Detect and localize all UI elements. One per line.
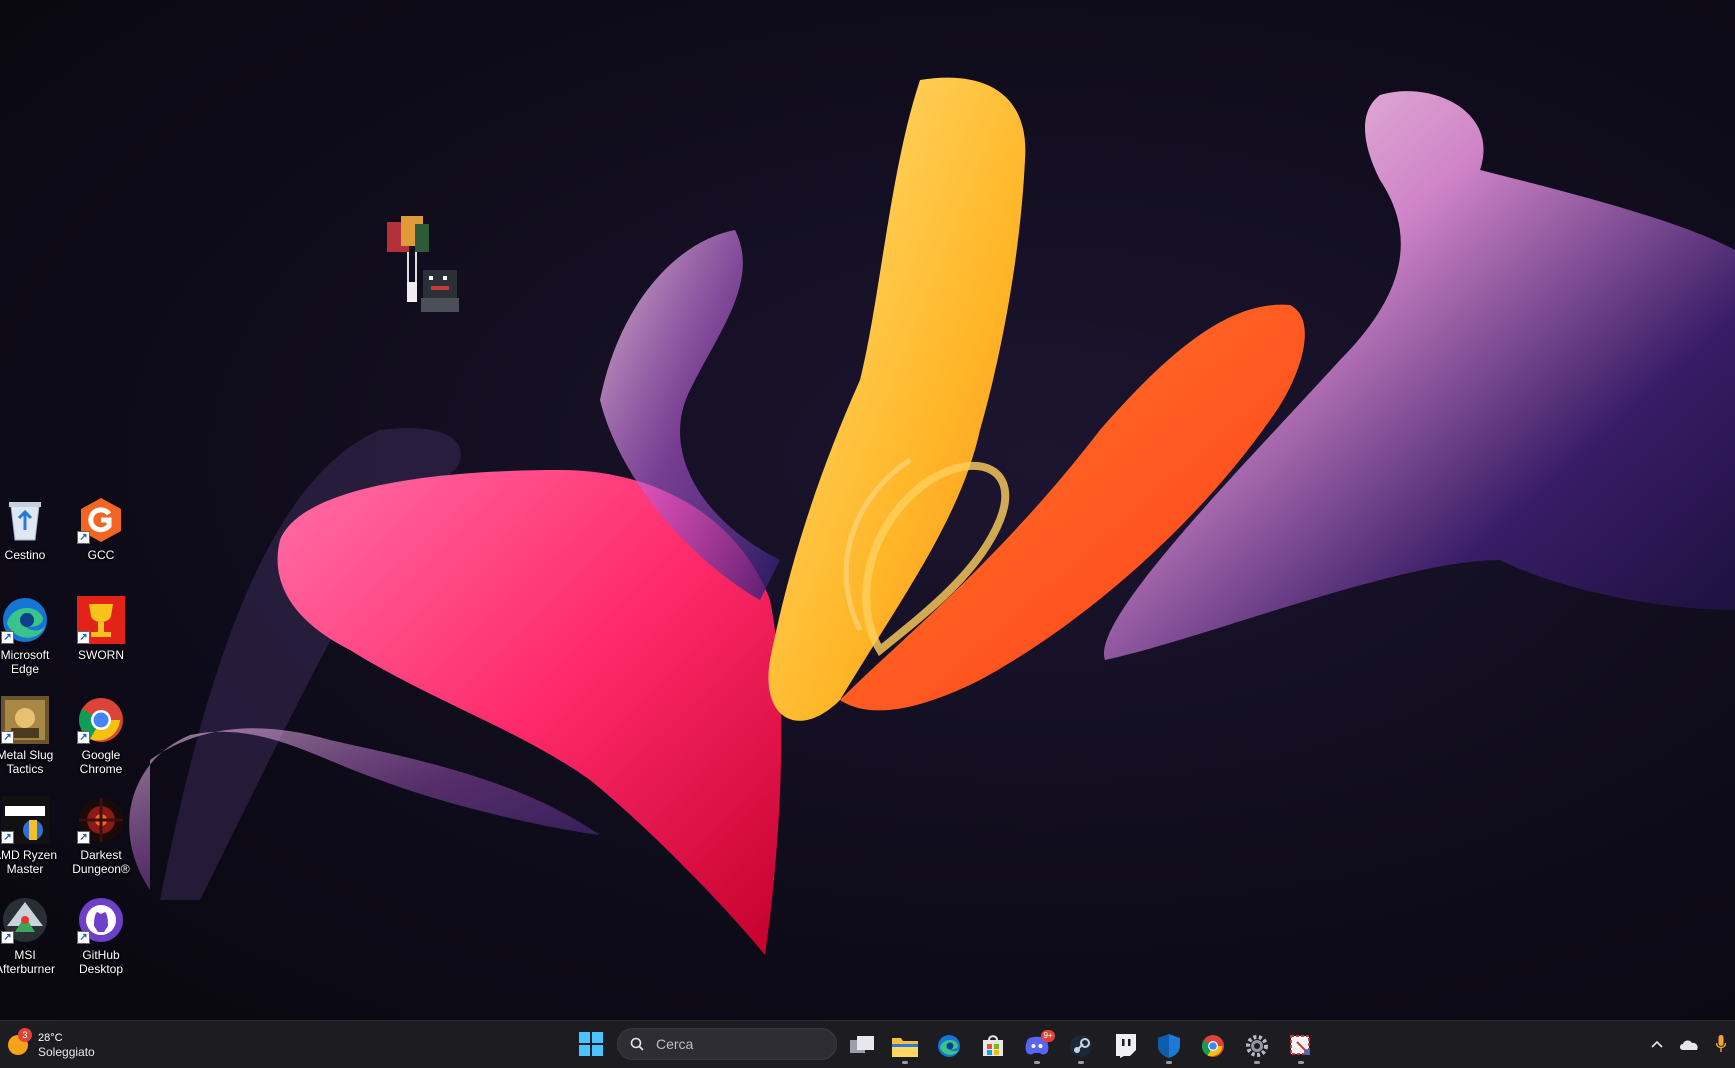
desktop-icon-label: MSI Afterburner [0,948,56,976]
twitch-icon [1116,1034,1136,1058]
desktop-icon-label: GitHub Desktop [78,948,124,976]
running-indicator [1034,1061,1040,1064]
msi-afterburner-icon: ↗ [1,896,49,944]
desktop-icon-cestino[interactable]: Cestino [0,496,63,592]
microphone-icon [1716,1035,1726,1052]
taskbar-chrome[interactable] [1195,1028,1231,1064]
desktop-icon-metal-slug-tactics[interactable]: ↗ Metal Slug Tactics [0,696,63,792]
desktop-icon-label: Google Chrome [79,748,123,776]
taskbar-settings[interactable] [1239,1028,1275,1064]
taskbar-store[interactable] [975,1028,1011,1064]
desktop-icon-label: Cestino [4,548,46,562]
folder-icon [892,1038,918,1057]
taskbar-twitch[interactable] [1107,1028,1143,1064]
desktop-icon-gcc[interactable]: ↗ GCC [63,496,139,592]
weather-text: 28°C Soleggiato [38,1031,95,1060]
running-indicator [1254,1061,1260,1064]
taskbar-steam[interactable] [1063,1028,1099,1064]
desktop-icon-label: AMD Ryzen Master [0,848,57,876]
chevron-up-icon [1651,1040,1663,1048]
desktop-icon-microsoft-edge[interactable]: ↗ Microsoft Edge [0,596,63,692]
running-indicator [1078,1061,1084,1064]
shortcut-arrow-icon: ↗ [1,731,14,744]
ryzen-master-icon: ↗ [1,796,49,844]
tray-onedrive[interactable] [1677,1032,1701,1056]
desktop-icon-google-chrome[interactable]: ↗ Google Chrome [63,696,139,792]
metal-slug-icon: ↗ [1,696,49,744]
desktop-icon-amd-ryzen-master[interactable]: ↗ AMD Ryzen Master [0,796,63,892]
weather-condition: Soleggiato [38,1044,95,1059]
weather-temperature: 28°C [38,1031,63,1044]
shortcut-arrow-icon: ↗ [77,731,90,744]
gear-icon [1246,1035,1268,1057]
taskbar-discord[interactable]: 9+ [1019,1028,1055,1064]
sun-icon: 3 [8,1028,32,1055]
sworn-icon: ↗ [77,596,125,644]
chrome-icon: ↗ [77,696,125,744]
edge-icon: ↗ [1,596,49,644]
running-indicator [1298,1061,1304,1064]
shortcut-arrow-icon: ↗ [1,631,14,644]
task-view-icon [850,1036,874,1053]
windows-logo-icon [579,1032,590,1043]
snipping-tool-icon [1290,1035,1310,1055]
windows-logo-pane [592,1032,603,1043]
windows-logo-pane [592,1045,603,1056]
desktop-icon-label: Darkest Dungeon® [72,848,130,876]
running-indicator [902,1061,908,1064]
shortcut-arrow-icon: ↗ [77,531,90,544]
desktop-icon-label: Microsoft Edge [0,648,50,676]
shortcut-arrow-icon: ↗ [1,831,14,844]
gcc-icon: ↗ [77,496,125,544]
wallpaper-art [129,77,1735,955]
shortcut-arrow-icon: ↗ [77,831,90,844]
steam-icon [1070,1035,1092,1057]
onedrive-icon [1680,1040,1698,1050]
desktop-icon-sworn[interactable]: ↗ SWORN [63,596,139,692]
taskbar-search[interactable] [617,1028,837,1060]
github-desktop-icon: ↗ [77,896,125,944]
desktop-icon-github-desktop[interactable]: ↗ GitHub Desktop [63,896,139,992]
desktop-wallpaper [0,0,1735,1020]
darkest-dungeon-icon: ↗ [77,796,125,844]
notification-badge: 3 [18,1028,32,1042]
taskbar-file-explorer[interactable] [887,1028,923,1064]
shortcut-arrow-icon: ↗ [77,931,90,944]
search-icon [630,1037,644,1051]
desktop-pet[interactable] [385,212,475,327]
taskbar-security[interactable] [1151,1028,1187,1064]
weather-widget[interactable]: 3 28°C Soleggiato [8,1028,95,1061]
pet-balloons-icon [387,216,459,312]
taskbar-task-view[interactable] [844,1028,880,1064]
desktop-icon-darkest-dungeon[interactable]: ↗ Darkest Dungeon® [63,796,139,892]
desktop-icon-label: GCC [87,548,115,562]
search-input[interactable] [654,1035,808,1053]
chrome-icon [1202,1035,1224,1057]
shortcut-arrow-icon: ↗ [1,931,14,944]
recycle-bin-icon [1,496,49,544]
shield-icon [1158,1034,1180,1058]
start-button[interactable] [579,1032,603,1056]
notification-badge: 9+ [1041,1030,1055,1042]
store-icon [983,1035,1003,1056]
desktop-icon-msi-afterburner[interactable]: ↗ MSI Afterburner [0,896,63,992]
taskbar-snipping-tool[interactable] [1283,1028,1319,1064]
desktop-icon-label: Metal Slug Tactics [0,748,54,776]
windows-logo-pane [579,1045,590,1056]
tray-overflow-button[interactable] [1645,1032,1669,1056]
edge-icon [938,1035,960,1057]
running-indicator [1166,1061,1172,1064]
taskbar-edge[interactable] [931,1028,967,1064]
desktop-icon-label: SWORN [78,648,124,662]
shortcut-arrow-icon: ↗ [77,631,90,644]
tray-microphone[interactable] [1709,1032,1733,1056]
